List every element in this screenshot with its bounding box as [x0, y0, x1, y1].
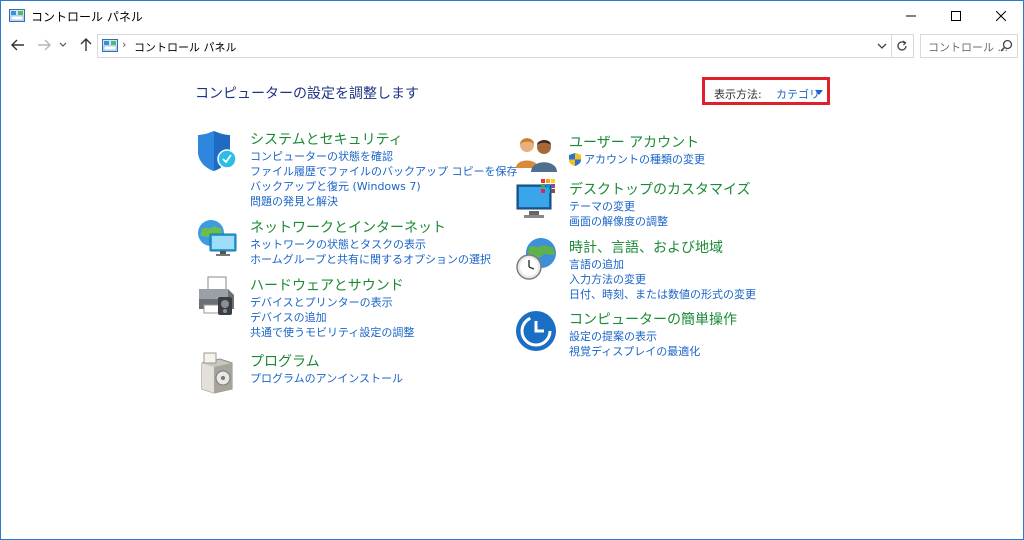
refresh-icon	[897, 40, 907, 51]
category-user-accounts: ユーザー アカウント アカウントの種類の変更	[515, 132, 815, 172]
breadcrumb-separator[interactable]: ›	[218, 38, 222, 51]
title-bar: コントロール パネル	[1, 1, 1023, 30]
address-bar[interactable]: › コントロール パネル ›	[97, 34, 892, 58]
link-uninstall-program[interactable]: プログラムのアンインストール	[250, 371, 403, 386]
category-appearance: デスクトップのカスタマイズ テーマの変更 画面の解像度の調整	[515, 179, 815, 229]
forward-button[interactable]	[35, 36, 53, 54]
search-placeholder[interactable]: コントロール ...	[928, 39, 1008, 55]
link-mobility-settings[interactable]: 共通で使うモビリティ設定の調整	[250, 325, 414, 340]
category-title-user-accounts[interactable]: ユーザー アカウント	[569, 132, 699, 152]
category-hardware-sound: ハードウェアとサウンド デバイスとプリンターの表示 デバイスの追加 共通で使うモ…	[196, 275, 496, 340]
link-devices-printers[interactable]: デバイスとプリンターの表示	[250, 295, 414, 310]
link-change-theme[interactable]: テーマの変更	[569, 199, 668, 214]
view-by-highlight: 表示方法: カテゴリ	[702, 77, 830, 105]
link-file-history-backup[interactable]: ファイル履歴でファイルのバックアップ コピーを保存	[250, 164, 518, 179]
view-by-dropdown[interactable]: カテゴリ	[776, 86, 820, 102]
category-title-network[interactable]: ネットワークとインターネット	[250, 217, 446, 237]
back-arrow-icon	[11, 39, 24, 51]
category-title-clock-region[interactable]: 時計、言語、および地域	[569, 237, 723, 257]
category-title-appearance[interactable]: デスクトップのカスタマイズ	[569, 179, 751, 199]
minimize-icon	[905, 15, 916, 16]
close-button[interactable]	[978, 1, 1023, 30]
category-title-ease-of-access[interactable]: コンピューターの簡単操作	[569, 309, 737, 329]
close-icon	[995, 10, 1006, 21]
category-title-programs[interactable]: プログラム	[250, 351, 320, 371]
forward-arrow-icon	[38, 39, 51, 51]
link-check-computer-status[interactable]: コンピューターの状態を確認	[250, 149, 518, 164]
up-button[interactable]	[77, 36, 95, 54]
desktop-monitor-icon[interactable]	[515, 179, 559, 223]
shield-icon[interactable]	[196, 129, 240, 173]
up-arrow-icon	[80, 38, 92, 51]
page-heading: コンピューターの設定を調整します	[195, 86, 419, 102]
navigation-bar: › コントロール パネル › コントロール ...	[1, 30, 1023, 60]
control-panel-window: コントロール パネル › コントロール パネル › コントロール ... コンピ…	[0, 0, 1024, 540]
maximize-button[interactable]	[933, 1, 978, 30]
link-network-status[interactable]: ネットワークの状態とタスクの表示	[250, 237, 491, 252]
link-settings-suggestions[interactable]: 設定の提案の表示	[569, 329, 700, 344]
category-title-hardware-sound[interactable]: ハードウェアとサウンド	[250, 275, 404, 295]
link-change-account-type[interactable]: アカウントの種類の変更	[569, 152, 705, 167]
link-backup-restore[interactable]: バックアップと復元 (Windows 7)	[250, 179, 518, 194]
category-title-system-security[interactable]: システムとセキュリティ	[250, 129, 403, 149]
chevron-down-icon[interactable]	[877, 41, 887, 51]
link-add-language[interactable]: 言語の追加	[569, 257, 756, 272]
refresh-button[interactable]	[891, 34, 914, 58]
category-programs: プログラム プログラムのアンインストール	[196, 351, 496, 394]
link-change-input-method[interactable]: 入力方法の変更	[569, 272, 756, 287]
control-panel-icon	[102, 39, 118, 52]
recent-dropdown-icon	[59, 42, 67, 47]
recent-locations-button[interactable]	[57, 36, 69, 54]
category-ease-of-access: コンピューターの簡単操作 設定の提案の表示 視覚ディスプレイの最適化	[515, 309, 815, 359]
uac-shield-icon	[569, 153, 581, 166]
printer-icon[interactable]	[196, 275, 240, 319]
window-title: コントロール パネル	[31, 10, 143, 24]
category-network: ネットワークとインターネット ネットワークの状態とタスクの表示 ホームグループと…	[196, 217, 496, 267]
link-screen-resolution[interactable]: 画面の解像度の調整	[569, 214, 668, 229]
control-panel-icon	[9, 9, 25, 22]
category-system-security: システムとセキュリティ コンピューターの状態を確認 ファイル履歴でファイルのバッ…	[196, 129, 518, 209]
link-date-time-format[interactable]: 日付、時刻、または数値の形式の変更	[569, 287, 756, 302]
link-homegroup-sharing[interactable]: ホームグループと共有に関するオプションの選択	[250, 252, 491, 267]
clock-globe-icon[interactable]	[515, 237, 559, 281]
ease-of-access-icon[interactable]	[515, 309, 559, 353]
link-add-device[interactable]: デバイスの追加	[250, 310, 414, 325]
view-by-label: 表示方法:	[714, 88, 762, 101]
link-troubleshoot[interactable]: 問題の発見と解決	[250, 194, 518, 209]
users-icon[interactable]	[515, 132, 559, 176]
category-clock-region: 時計、言語、および地域 言語の追加 入力方法の変更 日付、時刻、または数値の形式…	[515, 237, 815, 302]
link-optimize-visual-display[interactable]: 視覚ディスプレイの最適化	[569, 344, 700, 359]
search-icon[interactable]	[1000, 39, 1013, 52]
network-globe-icon[interactable]	[196, 217, 240, 261]
minimize-button[interactable]	[888, 1, 933, 30]
maximize-icon	[950, 10, 961, 21]
link-change-account-type-label[interactable]: アカウントの種類の変更	[584, 153, 705, 166]
program-box-icon[interactable]	[196, 351, 240, 395]
back-button[interactable]	[9, 36, 27, 54]
search-box[interactable]: コントロール ...	[920, 34, 1018, 58]
breadcrumb-separator[interactable]: ›	[122, 38, 126, 51]
dropdown-caret-icon[interactable]	[815, 90, 823, 95]
